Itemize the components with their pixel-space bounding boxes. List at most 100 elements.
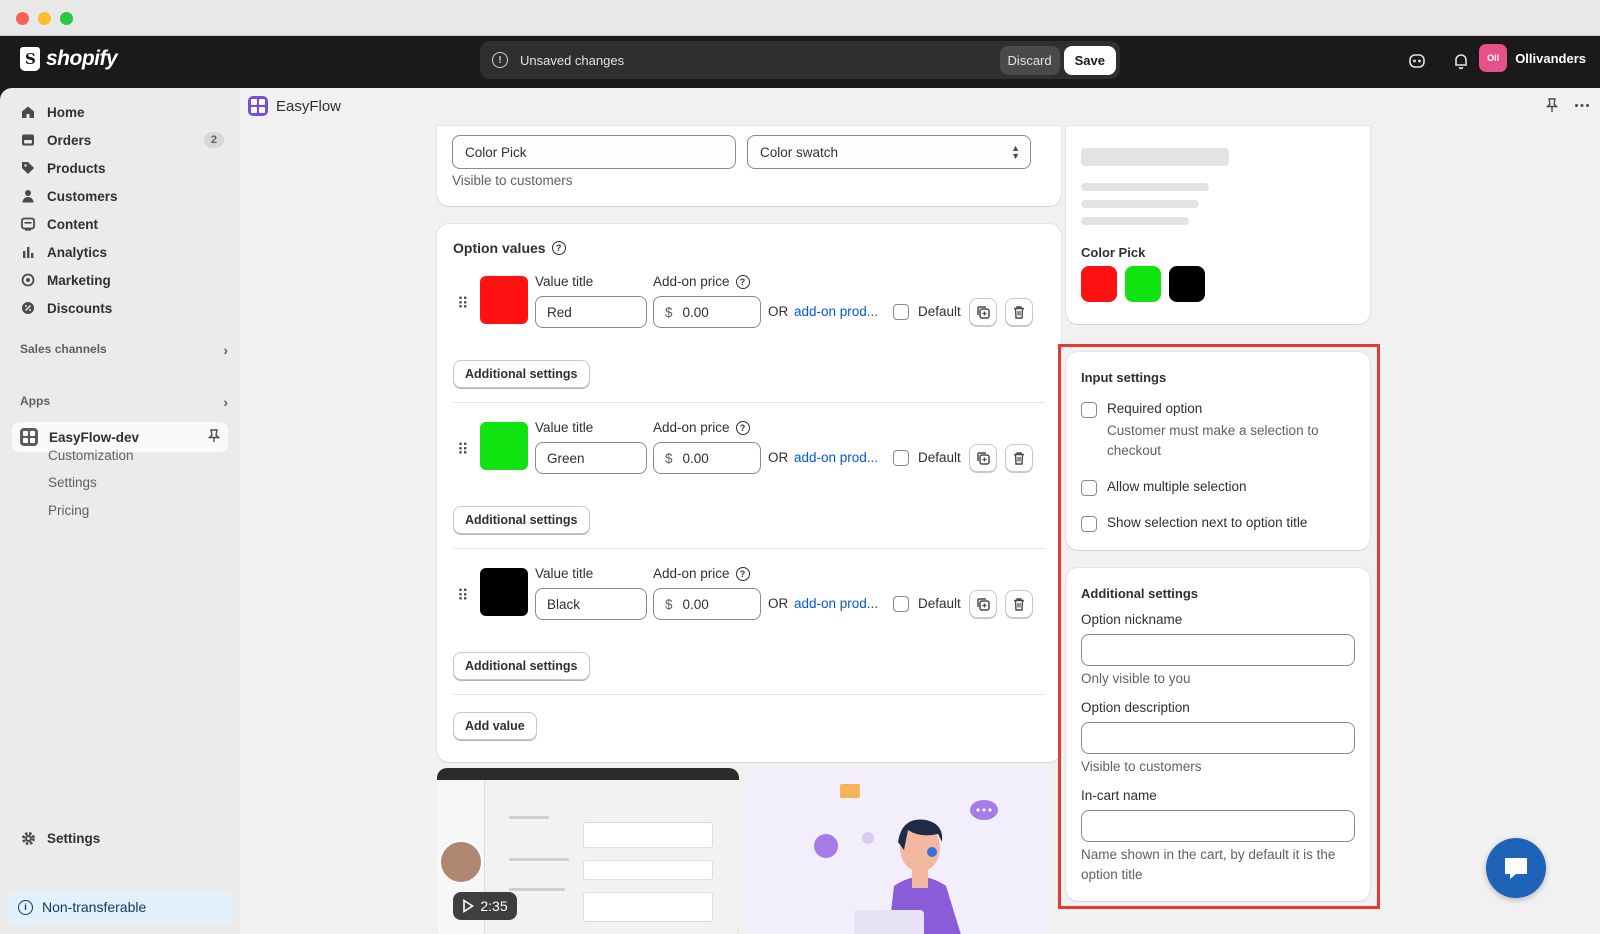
value-title-text: Red — [547, 304, 572, 320]
tutorial-video-thumbnail[interactable]: 2:35 — [437, 768, 739, 934]
sidebar-item-easyflow-dev[interactable]: EasyFlow-dev — [20, 423, 228, 451]
window-close-button[interactable] — [16, 12, 29, 25]
select-chevron-icon: ▲ ▼ — [1011, 143, 1020, 161]
addon-product-link[interactable]: add-on prod... — [794, 596, 878, 611]
non-transferable-banner[interactable]: i Non-transferable — [8, 890, 232, 924]
help-icon[interactable]: ? — [735, 274, 750, 289]
option-values-title: Option values ? — [453, 240, 566, 256]
sidebar-item-orders[interactable]: Orders 2 — [20, 126, 228, 154]
help-icon[interactable]: ? — [735, 566, 750, 581]
sidebar-item-analytics[interactable]: Analytics — [20, 238, 228, 266]
addon-price-input[interactable]: $ 0.00 — [653, 588, 761, 620]
discard-button[interactable]: Discard — [999, 45, 1060, 75]
sidebar-item-marketing[interactable]: Marketing — [20, 266, 228, 294]
option-name-input[interactable]: Color Pick — [452, 135, 736, 169]
tag-icon — [20, 160, 36, 176]
help-icon[interactable]: ? — [551, 241, 566, 255]
duplicate-button[interactable] — [969, 444, 997, 472]
drag-handle-icon[interactable]: ⠿ — [457, 586, 469, 606]
window-zoom-button[interactable] — [60, 12, 73, 25]
more-actions-icon[interactable] — [1574, 98, 1590, 118]
addon-price-input[interactable]: $ 0.00 — [653, 296, 761, 328]
default-checkbox[interactable] — [893, 304, 909, 320]
option-nickname-input[interactable] — [1081, 634, 1355, 666]
addon-product-link[interactable]: add-on prod... — [794, 304, 878, 319]
additional-settings-button[interactable]: Additional settings — [453, 506, 590, 534]
allow-multiple-checkbox[interactable] — [1081, 480, 1097, 496]
default-checkbox[interactable] — [893, 450, 909, 466]
option-nickname-help: Only visible to you — [1081, 671, 1191, 686]
save-button[interactable]: Save — [1063, 45, 1116, 75]
discount-icon — [20, 300, 36, 316]
shopify-logo[interactable]: shopify — [20, 47, 118, 71]
value-swatch-red[interactable] — [480, 276, 528, 324]
delete-button[interactable] — [1005, 298, 1033, 326]
currency-symbol: $ — [665, 596, 673, 612]
window-titlebar — [0, 0, 1600, 36]
input-settings-card: Input settings Required option Customer … — [1066, 352, 1370, 550]
preview-swatch-red[interactable] — [1081, 266, 1117, 302]
sidekick-icon[interactable] — [1406, 50, 1428, 72]
option-description-help: Visible to customers — [1081, 759, 1202, 774]
non-transferable-label: Non-transferable — [42, 899, 147, 915]
value-swatch-black[interactable] — [480, 568, 528, 616]
delete-button[interactable] — [1005, 444, 1033, 472]
sidebar-item-discounts[interactable]: Discounts — [20, 294, 228, 322]
content-icon — [20, 216, 36, 232]
additional-settings-button[interactable]: Additional settings — [453, 652, 590, 680]
required-option-checkbox[interactable] — [1081, 402, 1097, 418]
addon-price-input[interactable]: $ 0.00 — [653, 442, 761, 474]
sidebar-sub-customization[interactable]: Customization — [48, 448, 134, 463]
sidebar-item-home[interactable]: Home — [20, 98, 228, 126]
unsaved-changes-bar: ! Unsaved changes Discard Save — [480, 41, 1120, 79]
sidebar-item-customers[interactable]: Customers — [20, 182, 228, 210]
drag-handle-icon[interactable]: ⠿ — [457, 294, 469, 314]
sales-channels-section[interactable]: Sales channels › — [20, 342, 228, 358]
chat-launcher-button[interactable] — [1486, 838, 1546, 898]
help-icon[interactable]: ? — [735, 420, 750, 435]
support-illustration[interactable] — [748, 768, 1050, 934]
addon-price-text: Add-on price — [653, 420, 730, 435]
show-selection-checkbox[interactable] — [1081, 516, 1097, 532]
duplicate-button[interactable] — [969, 590, 997, 618]
value-swatch-green[interactable] — [480, 422, 528, 470]
sidebar-sub-settings[interactable]: Settings — [48, 475, 97, 490]
preview-swatch-black[interactable] — [1169, 266, 1205, 302]
additional-settings-button[interactable]: Additional settings — [453, 360, 590, 388]
in-cart-name-input[interactable] — [1081, 810, 1355, 842]
required-option-help: Customer must make a selection to checko… — [1107, 423, 1319, 458]
option-name-value: Color Pick — [465, 144, 527, 160]
window-minimize-button[interactable] — [38, 12, 51, 25]
sidebar-item-label: Products — [47, 160, 106, 176]
delete-button[interactable] — [1005, 590, 1033, 618]
price-value: 0.00 — [682, 304, 709, 320]
pin-icon[interactable] — [1545, 98, 1559, 118]
value-title-input[interactable]: Red — [535, 296, 647, 328]
option-type-select[interactable]: Color swatch ▲ ▼ — [747, 135, 1031, 169]
video-play-badge[interactable]: 2:35 — [453, 892, 517, 920]
duplicate-button[interactable] — [969, 298, 997, 326]
sidebar-sub-pricing[interactable]: Pricing — [48, 503, 89, 518]
addon-product-link[interactable]: add-on prod... — [794, 450, 878, 465]
target-icon — [20, 272, 36, 288]
currency-symbol: $ — [665, 450, 673, 466]
sidebar-item-settings[interactable]: Settings — [20, 824, 228, 852]
value-title-input[interactable]: Black — [535, 588, 647, 620]
chat-bubble-icon — [1505, 858, 1527, 879]
price-value: 0.00 — [682, 596, 709, 612]
sidebar-item-products[interactable]: Products — [20, 154, 228, 182]
additional-settings-card: Additional settings Option nickname Only… — [1066, 568, 1370, 901]
preview-swatch-green[interactable] — [1125, 266, 1161, 302]
preview-skeleton-title — [1081, 148, 1229, 166]
pin-icon[interactable] — [207, 428, 221, 446]
sidebar-item-content[interactable]: Content — [20, 210, 228, 238]
drag-handle-icon[interactable]: ⠿ — [457, 440, 469, 460]
video-duration: 2:35 — [480, 898, 508, 914]
apps-section[interactable]: Apps › — [20, 394, 228, 410]
default-checkbox[interactable] — [893, 596, 909, 612]
bell-icon[interactable] — [1450, 50, 1472, 72]
option-description-input[interactable] — [1081, 722, 1355, 754]
store-menu[interactable]: Oll Ollivanders — [1479, 44, 1586, 72]
add-value-button[interactable]: Add value — [453, 712, 537, 740]
value-title-input[interactable]: Green — [535, 442, 647, 474]
